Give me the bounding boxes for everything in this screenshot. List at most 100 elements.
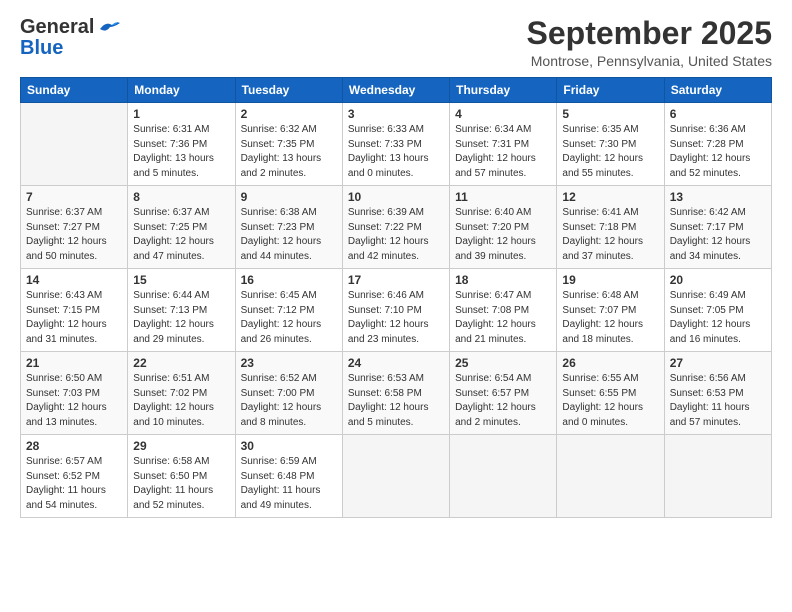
day-number: 29 bbox=[133, 439, 229, 453]
calendar-cell: 1Sunrise: 6:31 AMSunset: 7:36 PMDaylight… bbox=[128, 103, 235, 186]
day-info: Sunrise: 6:55 AMSunset: 6:55 PMDaylight:… bbox=[562, 372, 658, 430]
logo-text-blue: Blue bbox=[20, 37, 63, 60]
day-number: 6 bbox=[670, 107, 766, 121]
calendar-cell: 20 Sunrise: 6:49 AMSunset: 7:05 PMDayligh… bbox=[664, 269, 771, 352]
calendar-cell: 25 Sunrise: 6:54 AMSunset: 6:57 PMDayligh… bbox=[450, 352, 557, 435]
day-number: 18 bbox=[455, 273, 551, 287]
day-number: 19 bbox=[562, 273, 658, 287]
day-info: Sunrise: 6:32 AMSunset: 7:35 PMDaylight:… bbox=[241, 123, 337, 181]
col-friday: Friday bbox=[557, 78, 664, 103]
calendar-week-row-4: 21 Sunrise: 6:50 AMSunset: 7:03 PMDayligh… bbox=[21, 352, 772, 435]
calendar-cell: 14 Sunrise: 6:43 AMSunset: 7:15 PMDayligh… bbox=[21, 269, 128, 352]
day-info: Sunrise: 6:40 AMSunset: 7:20 PMDaylight:… bbox=[455, 206, 551, 264]
day-number: 17 bbox=[348, 273, 444, 287]
day-info: Sunrise: 6:31 AMSunset: 7:36 PMDaylight:… bbox=[133, 123, 229, 181]
day-number: 14 bbox=[26, 273, 122, 287]
calendar-cell: 23 Sunrise: 6:52 AMSunset: 7:00 PMDayligh… bbox=[235, 352, 342, 435]
location: Montrose, Pennsylvania, United States bbox=[527, 53, 772, 69]
col-thursday: Thursday bbox=[450, 78, 557, 103]
day-info: Sunrise: 6:43 AMSunset: 7:15 PMDaylight:… bbox=[26, 289, 122, 347]
calendar-header-row: Sunday Monday Tuesday Wednesday Thursday… bbox=[21, 78, 772, 103]
day-info: Sunrise: 6:59 AMSunset: 6:48 PMDaylight:… bbox=[241, 455, 337, 513]
day-info: Sunrise: 6:39 AMSunset: 7:22 PMDaylight:… bbox=[348, 206, 444, 264]
day-number: 5 bbox=[562, 107, 658, 121]
day-info: Sunrise: 6:54 AMSunset: 6:57 PMDaylight:… bbox=[455, 372, 551, 430]
calendar-cell: 5 Sunrise: 6:35 AMSunset: 7:30 PMDaylight… bbox=[557, 103, 664, 186]
day-number: 20 bbox=[670, 273, 766, 287]
calendar-cell: 27 Sunrise: 6:56 AMSunset: 6:53 PMDayligh… bbox=[664, 352, 771, 435]
calendar-cell: 7 Sunrise: 6:37 AMSunset: 7:27 PMDaylight… bbox=[21, 186, 128, 269]
logo-text-general: General bbox=[20, 16, 94, 39]
col-monday: Monday bbox=[128, 78, 235, 103]
calendar-week-row-5: 28Sunrise: 6:57 AMSunset: 6:52 PMDayligh… bbox=[21, 435, 772, 518]
day-info: Sunrise: 6:33 AMSunset: 7:33 PMDaylight:… bbox=[348, 123, 444, 181]
day-number: 26 bbox=[562, 356, 658, 370]
calendar-cell: 8Sunrise: 6:37 AMSunset: 7:25 PMDaylight… bbox=[128, 186, 235, 269]
day-info: Sunrise: 6:38 AMSunset: 7:23 PMDaylight:… bbox=[241, 206, 337, 264]
day-info: Sunrise: 6:49 AMSunset: 7:05 PMDaylight:… bbox=[670, 289, 766, 347]
day-number: 3 bbox=[348, 107, 444, 121]
day-info: Sunrise: 6:52 AMSunset: 7:00 PMDaylight:… bbox=[241, 372, 337, 430]
day-number: 12 bbox=[562, 190, 658, 204]
page: General Blue September 2025 Montrose, Pe… bbox=[0, 0, 792, 612]
day-number: 24 bbox=[348, 356, 444, 370]
day-number: 27 bbox=[670, 356, 766, 370]
calendar-cell: 26 Sunrise: 6:55 AMSunset: 6:55 PMDayligh… bbox=[557, 352, 664, 435]
calendar-cell: 22 Sunrise: 6:51 AMSunset: 7:02 PMDayligh… bbox=[128, 352, 235, 435]
day-info: Sunrise: 6:37 AMSunset: 7:25 PMDaylight:… bbox=[133, 206, 229, 264]
day-info: Sunrise: 6:58 AMSunset: 6:50 PMDaylight:… bbox=[133, 455, 229, 513]
calendar-cell bbox=[557, 435, 664, 518]
day-info: Sunrise: 6:44 AMSunset: 7:13 PMDaylight:… bbox=[133, 289, 229, 347]
calendar-cell: 12Sunrise: 6:41 AMSunset: 7:18 PMDayligh… bbox=[557, 186, 664, 269]
day-info: Sunrise: 6:47 AMSunset: 7:08 PMDaylight:… bbox=[455, 289, 551, 347]
col-tuesday: Tuesday bbox=[235, 78, 342, 103]
col-saturday: Saturday bbox=[664, 78, 771, 103]
day-info: Sunrise: 6:53 AMSunset: 6:58 PMDaylight:… bbox=[348, 372, 444, 430]
day-number: 2 bbox=[241, 107, 337, 121]
calendar-cell: 16Sunrise: 6:45 AMSunset: 7:12 PMDayligh… bbox=[235, 269, 342, 352]
day-number: 7 bbox=[26, 190, 122, 204]
calendar-cell: 19Sunrise: 6:48 AMSunset: 7:07 PMDayligh… bbox=[557, 269, 664, 352]
day-info: Sunrise: 6:37 AMSunset: 7:27 PMDaylight:… bbox=[26, 206, 122, 264]
day-info: Sunrise: 6:36 AMSunset: 7:28 PMDaylight:… bbox=[670, 123, 766, 181]
calendar-cell bbox=[21, 103, 128, 186]
calendar-cell: 30 Sunrise: 6:59 AMSunset: 6:48 PMDayligh… bbox=[235, 435, 342, 518]
day-number: 16 bbox=[241, 273, 337, 287]
day-number: 13 bbox=[670, 190, 766, 204]
calendar-cell: 29 Sunrise: 6:58 AMSunset: 6:50 PMDayligh… bbox=[128, 435, 235, 518]
col-wednesday: Wednesday bbox=[342, 78, 449, 103]
calendar-cell: 28Sunrise: 6:57 AMSunset: 6:52 PMDayligh… bbox=[21, 435, 128, 518]
calendar-week-row-2: 7 Sunrise: 6:37 AMSunset: 7:27 PMDaylight… bbox=[21, 186, 772, 269]
calendar-week-row-3: 14 Sunrise: 6:43 AMSunset: 7:15 PMDayligh… bbox=[21, 269, 772, 352]
calendar-cell: 3 Sunrise: 6:33 AMSunset: 7:33 PMDaylight… bbox=[342, 103, 449, 186]
logo: General Blue bbox=[20, 16, 120, 60]
day-number: 21 bbox=[26, 356, 122, 370]
calendar-cell bbox=[342, 435, 449, 518]
day-info: Sunrise: 6:42 AMSunset: 7:17 PMDaylight:… bbox=[670, 206, 766, 264]
calendar-cell bbox=[450, 435, 557, 518]
day-info: Sunrise: 6:34 AMSunset: 7:31 PMDaylight:… bbox=[455, 123, 551, 181]
day-number: 23 bbox=[241, 356, 337, 370]
calendar-cell: 18 Sunrise: 6:47 AMSunset: 7:08 PMDayligh… bbox=[450, 269, 557, 352]
calendar-table: Sunday Monday Tuesday Wednesday Thursday… bbox=[20, 77, 772, 518]
day-number: 4 bbox=[455, 107, 551, 121]
calendar-cell: 10 Sunrise: 6:39 AMSunset: 7:22 PMDayligh… bbox=[342, 186, 449, 269]
day-info: Sunrise: 6:35 AMSunset: 7:30 PMDaylight:… bbox=[562, 123, 658, 181]
calendar-cell: 6 Sunrise: 6:36 AMSunset: 7:28 PMDaylight… bbox=[664, 103, 771, 186]
day-number: 28 bbox=[26, 439, 122, 453]
calendar-cell: 15 Sunrise: 6:44 AMSunset: 7:13 PMDayligh… bbox=[128, 269, 235, 352]
calendar-cell: 9Sunrise: 6:38 AMSunset: 7:23 PMDaylight… bbox=[235, 186, 342, 269]
day-number: 30 bbox=[241, 439, 337, 453]
day-info: Sunrise: 6:46 AMSunset: 7:10 PMDaylight:… bbox=[348, 289, 444, 347]
day-info: Sunrise: 6:50 AMSunset: 7:03 PMDaylight:… bbox=[26, 372, 122, 430]
day-number: 25 bbox=[455, 356, 551, 370]
day-info: Sunrise: 6:51 AMSunset: 7:02 PMDaylight:… bbox=[133, 372, 229, 430]
day-number: 22 bbox=[133, 356, 229, 370]
day-info: Sunrise: 6:56 AMSunset: 6:53 PMDaylight:… bbox=[670, 372, 766, 430]
title-block: September 2025 Montrose, Pennsylvania, U… bbox=[527, 16, 772, 69]
day-number: 10 bbox=[348, 190, 444, 204]
day-number: 15 bbox=[133, 273, 229, 287]
header: General Blue September 2025 Montrose, Pe… bbox=[20, 16, 772, 69]
col-sunday: Sunday bbox=[21, 78, 128, 103]
calendar-cell: 2 Sunrise: 6:32 AMSunset: 7:35 PMDaylight… bbox=[235, 103, 342, 186]
